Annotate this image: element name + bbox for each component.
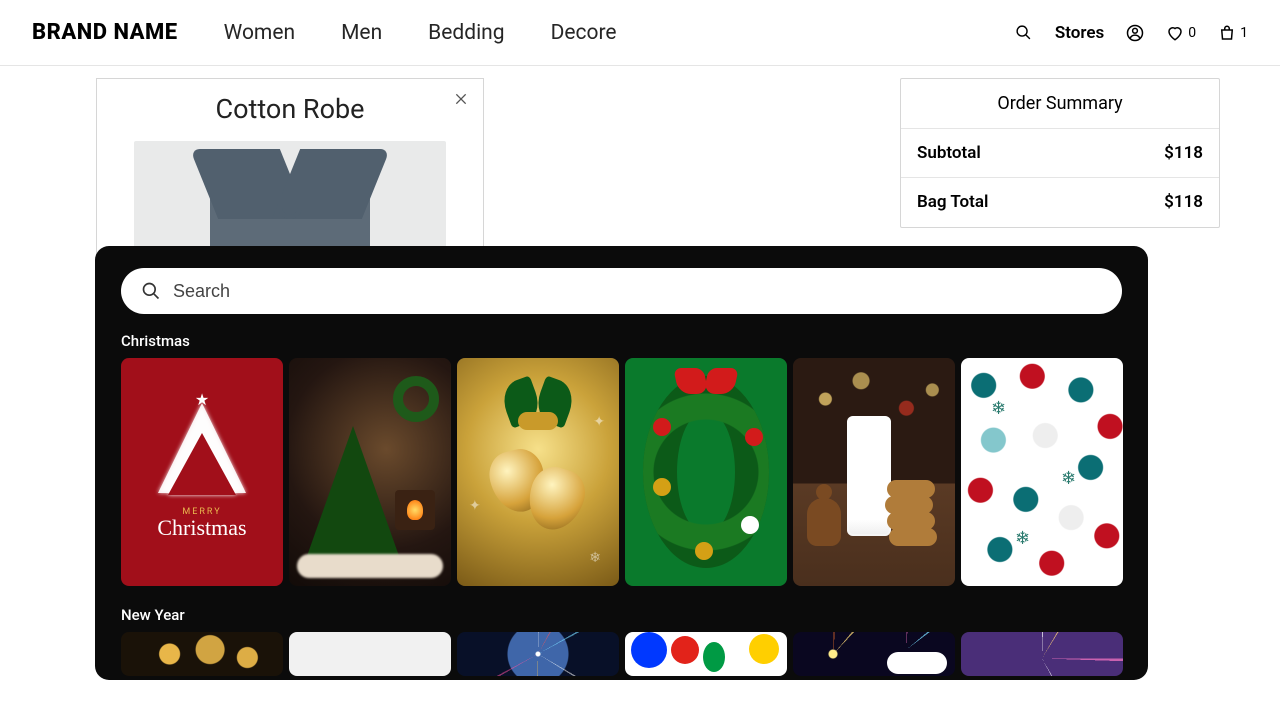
wishlist-button[interactable]: 0: [1166, 24, 1196, 42]
page-body: Cotton Robe Order Summary Subtotal $118 …: [0, 66, 1280, 258]
nav-women[interactable]: Women: [224, 21, 295, 45]
section-newyear-label: New Year: [121, 606, 1122, 624]
bag-count: 1: [1240, 25, 1248, 41]
nav-bedding[interactable]: Bedding: [428, 21, 504, 45]
picker-search[interactable]: [121, 268, 1122, 314]
search-icon: [141, 281, 161, 301]
search-input[interactable]: [173, 281, 1102, 302]
brand-logo[interactable]: BRAND NAME: [32, 20, 178, 45]
site-header: BRAND NAME Women Men Bedding Decore Stor…: [0, 0, 1280, 66]
cart-item-title: Cotton Robe: [121, 93, 459, 125]
order-summary: Order Summary Subtotal $118 Bag Total $1…: [900, 78, 1220, 228]
theme-picker-overlay: Christmas ★ MERRY Christmas ✦ ✦ ❄: [95, 246, 1148, 680]
theme-night-fireworks[interactable]: [793, 632, 955, 676]
card-script-text: Christmas: [157, 515, 246, 541]
theme-green-wreath[interactable]: [625, 358, 787, 586]
robe-illustration: [180, 149, 400, 258]
stores-link[interactable]: Stores: [1055, 23, 1104, 43]
theme-cookies-milk[interactable]: [793, 358, 955, 586]
section-christmas-label: Christmas: [121, 332, 1122, 350]
account-icon[interactable]: [1126, 24, 1144, 42]
summary-row-bagtotal: Bag Total $118: [901, 177, 1219, 226]
theme-ornament-pattern[interactable]: ❄ ❄ ❄: [961, 358, 1123, 586]
theme-purple-fireworks[interactable]: [961, 632, 1123, 676]
heart-icon: [1166, 24, 1184, 42]
theme-blank-white[interactable]: [289, 632, 451, 676]
theme-bokeh-lights[interactable]: [121, 632, 283, 676]
nav-men[interactable]: Men: [341, 21, 382, 45]
primary-nav: Women Men Bedding Decore: [224, 21, 1015, 45]
nav-decore[interactable]: Decore: [551, 21, 617, 45]
product-image: [134, 141, 446, 258]
header-actions: Stores 0 1: [1015, 23, 1248, 43]
order-summary-title: Order Summary: [901, 79, 1219, 129]
theme-merry-christmas-card[interactable]: ★ MERRY Christmas: [121, 358, 283, 586]
summary-label: Subtotal: [917, 143, 981, 163]
newyear-row: [121, 632, 1122, 676]
summary-row-subtotal: Subtotal $118: [901, 129, 1219, 177]
theme-color-balloons[interactable]: [625, 632, 787, 676]
bag-button[interactable]: 1: [1218, 24, 1248, 42]
summary-label: Bag Total: [917, 192, 988, 212]
tree-icon: [158, 403, 246, 493]
christmas-row: ★ MERRY Christmas ✦ ✦ ❄: [121, 358, 1122, 586]
cart-item-card: Cotton Robe: [96, 78, 484, 258]
theme-blue-fireworks[interactable]: [457, 632, 619, 676]
summary-value: $118: [1164, 143, 1203, 163]
search-icon[interactable]: [1015, 24, 1033, 42]
close-icon[interactable]: [453, 91, 469, 111]
theme-cozy-tree-room[interactable]: [289, 358, 451, 586]
wishlist-count: 0: [1188, 25, 1196, 41]
bag-icon: [1218, 24, 1236, 42]
theme-gold-bells[interactable]: ✦ ✦ ❄: [457, 358, 619, 586]
summary-value: $118: [1164, 192, 1203, 212]
